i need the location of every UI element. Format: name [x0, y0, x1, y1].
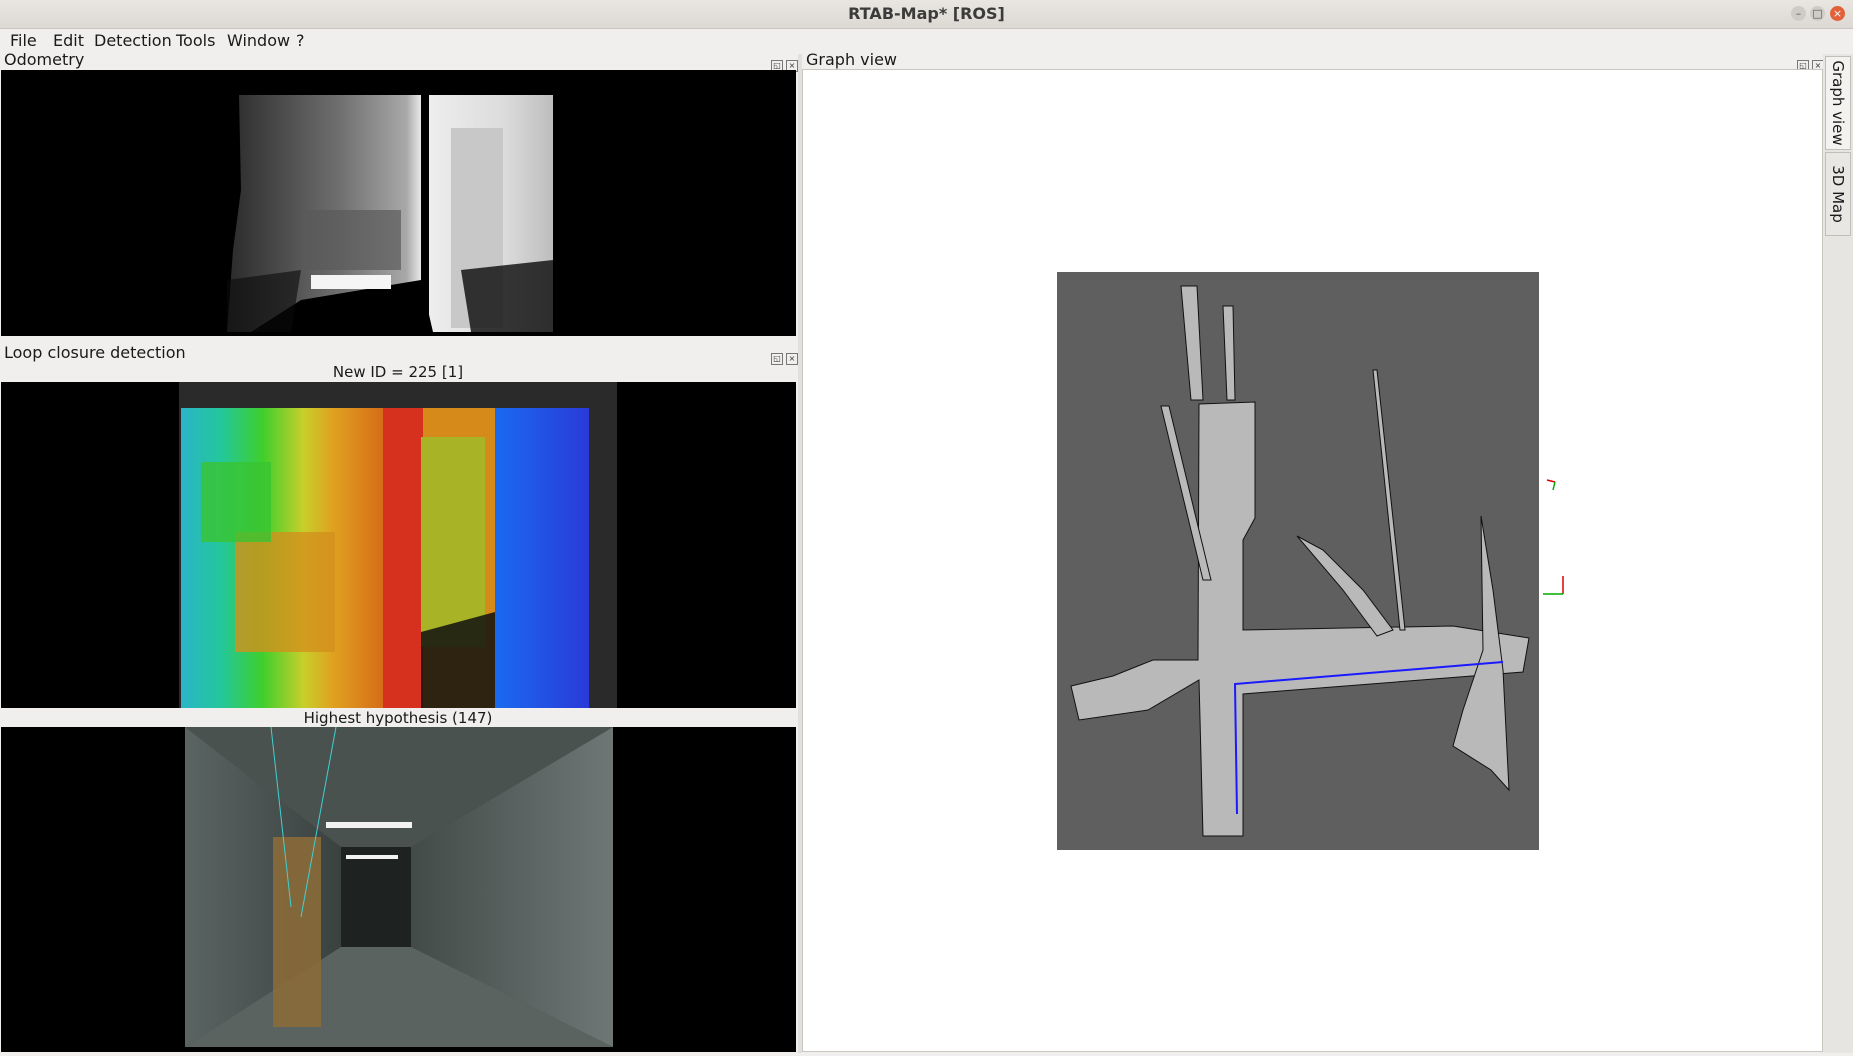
- new-id-depth-overlay: [179, 382, 617, 708]
- graph-view[interactable]: [802, 69, 1823, 1052]
- odometry-dock-buttons: ◱ ×: [768, 53, 798, 72]
- odometry-view: [1, 70, 796, 336]
- graph-dock-title: Graph view: [806, 50, 898, 69]
- new-id-view: [1, 382, 796, 708]
- minimize-icon[interactable]: –: [1791, 6, 1806, 21]
- close-window-icon[interactable]: ×: [1830, 6, 1845, 21]
- origin-axis: [1543, 479, 1564, 595]
- graph-dock-buttons: ◱ ×: [1794, 53, 1824, 72]
- depth-image: [227, 95, 553, 332]
- side-tab-bar: Graph view 3D Map: [1823, 54, 1853, 1053]
- occupancy-map[interactable]: [803, 70, 1822, 1051]
- hallway-image: [185, 726, 613, 1047]
- window-title: RTAB-Map* [ROS]: [848, 4, 1005, 23]
- loop-closure-dock-title: Loop closure detection: [4, 343, 186, 362]
- hypothesis-view: [1, 726, 796, 1052]
- tab-graph-view[interactable]: Graph view: [1825, 56, 1851, 150]
- tab-3d-map[interactable]: 3D Map: [1825, 152, 1851, 236]
- new-id-caption: New ID = 225 [1]: [332, 363, 464, 381]
- map-background: [1057, 272, 1539, 850]
- maximize-icon[interactable]: □: [1810, 6, 1825, 21]
- odometry-dock-title: Odometry: [4, 50, 85, 69]
- loop-closure-dock-buttons: ◱ ×: [768, 346, 798, 365]
- hypothesis-caption: Highest hypothesis (147): [303, 709, 493, 727]
